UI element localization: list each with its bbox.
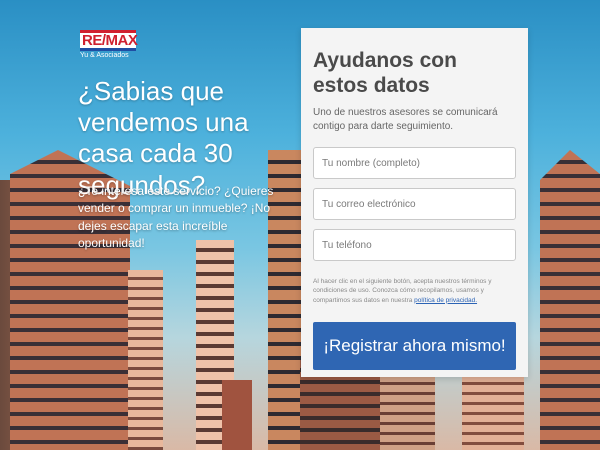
legal-notice: Al hacer clic en el siguiente botón, ace… <box>313 277 516 304</box>
logo-subtitle: Yu & Asociados <box>80 52 129 59</box>
lead-form: Ayudanos con estos datos Uno de nuestros… <box>301 28 528 377</box>
form-subtitle: Uno de nuestros asesores se comunicará c… <box>313 107 498 132</box>
hero-lead: ¿Te interesa este servicio? ¿Quieres ven… <box>78 184 274 251</box>
building <box>462 375 524 450</box>
phone-input[interactable] <box>313 229 516 262</box>
building <box>380 375 435 450</box>
logo-mark: RE/MAX <box>80 30 138 51</box>
register-button[interactable]: ¡Registrar ahora mismo! <box>313 321 516 370</box>
privacy-policy-link[interactable]: política de privacidad. <box>414 297 477 304</box>
building <box>128 270 163 450</box>
building <box>222 380 252 450</box>
brand-logo[interactable]: RE/MAX Yu & Asociados <box>80 30 138 59</box>
name-input[interactable] <box>313 147 516 180</box>
form-title: Ayudanos con estos datos <box>313 49 457 98</box>
building <box>540 150 600 450</box>
email-input[interactable] <box>313 188 516 221</box>
